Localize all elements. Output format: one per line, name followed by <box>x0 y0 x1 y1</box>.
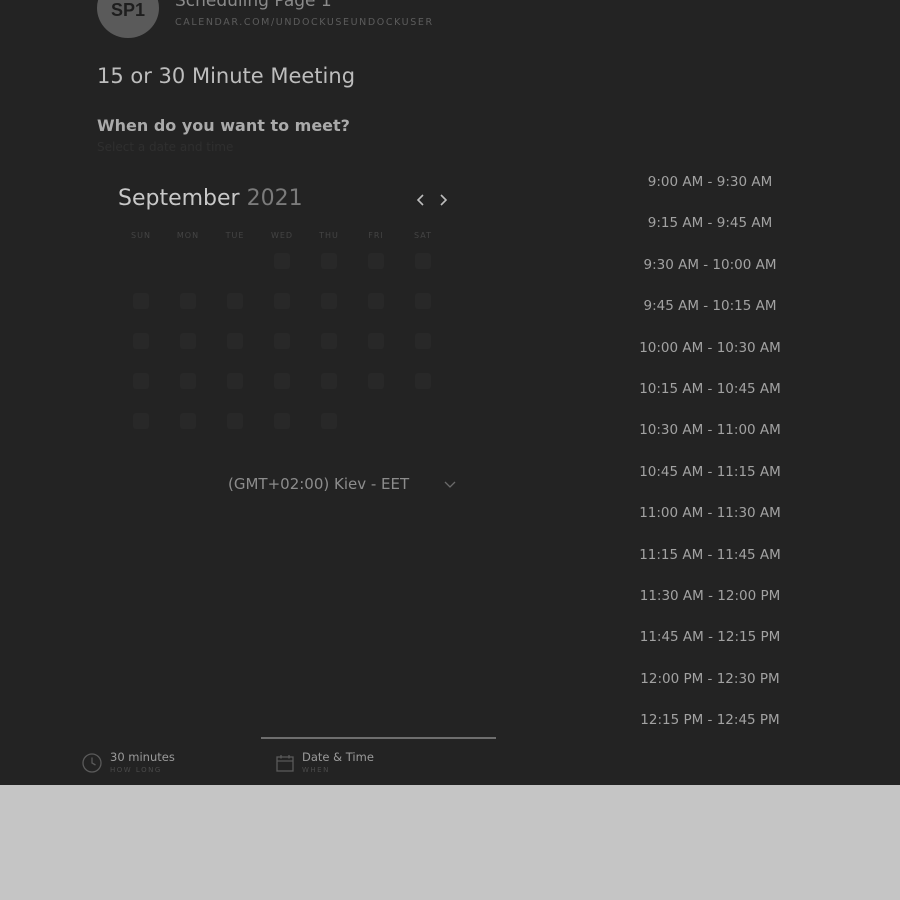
calendar-week-row <box>117 373 447 389</box>
calendar-week-row <box>117 293 447 309</box>
time-slot[interactable]: 10:30 AM - 11:00 AM <box>615 416 805 457</box>
calendar-day-cell[interactable] <box>415 373 431 389</box>
time-slot[interactable]: 9:00 AM - 9:30 AM <box>615 168 805 209</box>
chevron-left-icon <box>416 194 424 206</box>
calendar-day-cell[interactable] <box>133 373 149 389</box>
calendar-day-cell[interactable] <box>274 293 290 309</box>
date-time-tab[interactable]: Date & Time WHEN <box>261 737 496 784</box>
scheduling-page-url[interactable]: CALENDAR.COM/UNDOCKUSEUNDOCKUSER <box>175 17 434 28</box>
calendar-day-cell[interactable] <box>133 333 149 349</box>
calendar-day-cell[interactable] <box>321 253 337 269</box>
duration-tab[interactable]: 30 minutes HOW LONG <box>80 740 250 785</box>
next-month-button[interactable] <box>436 191 450 209</box>
calendar-day-cell[interactable] <box>227 373 243 389</box>
previous-month-button[interactable] <box>414 191 428 209</box>
date-time-tab-sublabel: WHEN <box>302 766 330 774</box>
calendar-year: 2021 <box>246 186 303 211</box>
weekday-sat: SAT <box>414 231 432 240</box>
time-slot-list: 9:00 AM - 9:30 AM 9:15 AM - 9:45 AM 9:30… <box>615 168 805 747</box>
calendar-day-cell[interactable] <box>180 293 196 309</box>
calendar-day-cell[interactable] <box>368 373 384 389</box>
calendar-month: September <box>118 186 240 211</box>
calendar-day-cell[interactable] <box>180 373 196 389</box>
weekday-header: SUN MON TUE WED THU FRI SAT <box>117 231 447 243</box>
calendar-day-cell[interactable] <box>133 413 149 429</box>
calendar-day-cell[interactable] <box>415 293 431 309</box>
scheduling-page-name: Scheduling Page 1 <box>175 0 332 11</box>
weekday-mon: MON <box>176 231 200 240</box>
calendar-day-cell[interactable] <box>274 413 290 429</box>
time-slot[interactable]: 10:45 AM - 11:15 AM <box>615 458 805 499</box>
time-slot[interactable]: 10:00 AM - 10:30 AM <box>615 334 805 375</box>
time-slot[interactable]: 12:00 PM - 12:30 PM <box>615 665 805 706</box>
calendar-day-cell[interactable] <box>180 333 196 349</box>
weekday-wed: WED <box>270 231 294 240</box>
calendar-day-cell[interactable] <box>274 253 290 269</box>
calendar-day-cell[interactable] <box>227 333 243 349</box>
avatar-initials: SP1 <box>110 0 146 20</box>
calendar-day-cell[interactable] <box>274 333 290 349</box>
weekday-fri: FRI <box>368 231 384 240</box>
avatar: SP1 <box>97 0 159 38</box>
calendar-day-cell[interactable] <box>415 253 431 269</box>
time-slot[interactable]: 10:15 AM - 10:45 AM <box>615 375 805 416</box>
calendar-day-cell[interactable] <box>321 413 337 429</box>
duration-tab-sublabel: HOW LONG <box>110 766 162 774</box>
scheduling-panel: SP1 Scheduling Page 1 CALENDAR.COM/UNDOC… <box>0 0 900 785</box>
calendar-day-cell[interactable] <box>321 373 337 389</box>
calendar-day-cell[interactable] <box>274 373 290 389</box>
calendar-day-cell[interactable] <box>180 413 196 429</box>
time-slot[interactable]: 11:45 AM - 12:15 PM <box>615 623 805 664</box>
duration-tab-label: 30 minutes <box>110 750 175 764</box>
time-slot[interactable]: 11:15 AM - 11:45 AM <box>615 541 805 582</box>
weekday-sun: SUN <box>131 231 151 240</box>
chevron-right-icon <box>440 194 448 206</box>
calendar-day-cell[interactable] <box>415 333 431 349</box>
weekday-thu: THU <box>319 231 339 240</box>
meeting-question: When do you want to meet? <box>97 116 350 135</box>
calendar-week-row <box>117 413 447 429</box>
time-slot[interactable]: 9:30 AM - 10:00 AM <box>615 251 805 292</box>
calendar-day-cell[interactable] <box>321 293 337 309</box>
calendar-day-cell[interactable] <box>227 413 243 429</box>
calendar-day-cell[interactable] <box>133 293 149 309</box>
time-slot[interactable]: 9:15 AM - 9:45 AM <box>615 209 805 250</box>
time-slot[interactable]: 12:15 PM - 12:45 PM <box>615 706 805 747</box>
calendar-day-cell[interactable] <box>227 293 243 309</box>
time-slot[interactable]: 9:45 AM - 10:15 AM <box>615 292 805 333</box>
calendar-day-cell[interactable] <box>321 333 337 349</box>
calendar-week-row <box>117 333 447 349</box>
calendar-month-label: September 2021 <box>118 186 303 211</box>
chevron-down-icon <box>444 481 456 488</box>
calendar-day-cell[interactable] <box>368 333 384 349</box>
calendar-day-cell[interactable] <box>368 293 384 309</box>
date-time-tab-label: Date & Time <box>302 750 374 764</box>
weekday-tue: TUE <box>225 231 245 240</box>
time-slot[interactable]: 11:00 AM - 11:30 AM <box>615 499 805 540</box>
calendar-icon <box>276 755 294 772</box>
meeting-title: 15 or 30 Minute Meeting <box>97 64 356 88</box>
timezone-selector[interactable]: (GMT+02:00) Kiev - EET <box>228 475 409 493</box>
meeting-subtitle: Select a date and time <box>97 140 234 154</box>
time-slot[interactable]: 11:30 AM - 12:00 PM <box>615 582 805 623</box>
timezone-dropdown-toggle[interactable] <box>440 474 460 494</box>
calendar-week-row <box>117 253 447 269</box>
calendar-day-cell[interactable] <box>368 253 384 269</box>
clock-icon <box>82 753 102 773</box>
